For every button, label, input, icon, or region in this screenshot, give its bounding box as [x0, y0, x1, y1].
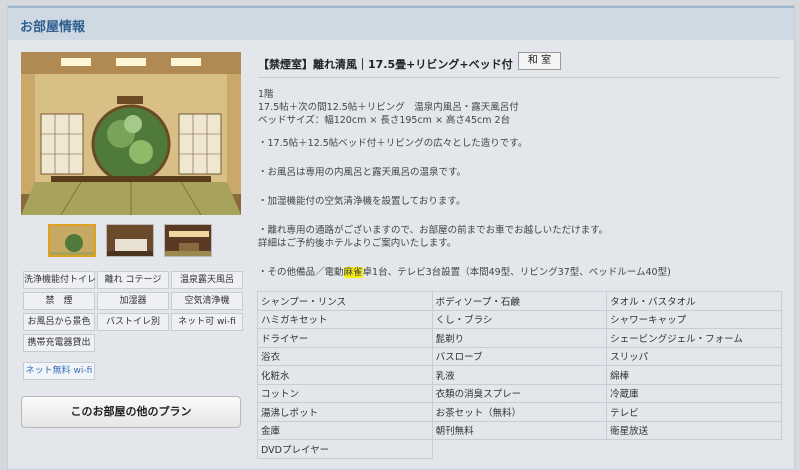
- amenity-cell: 朝刊無料: [431, 420, 608, 440]
- other-equipment-suffix: 卓1台、テレビ3台設置（本間49型、リビング37型、ベッドルーム40型): [362, 267, 671, 278]
- table-row: 湯沸しポット お茶セット（無料） テレビ: [257, 402, 782, 422]
- amenity-cell: テレビ: [606, 402, 782, 422]
- room-info-panel: お部屋情報 洗浄機能付トイレ 離れ コテージ 温泉露天風呂 禁 煙 加湿器 空気…: [7, 5, 795, 470]
- tag-charger-rental: 携帯充電器貸出: [23, 334, 95, 352]
- other-equipment: ・その他備品／電動麻雀卓1台、テレビ3台設置（本間49型、リビング37型、ベッド…: [258, 264, 671, 278]
- section-title: お部屋情報: [20, 20, 86, 35]
- feature-line-2: ・お風呂は専用の内風呂と露天風呂の温泉です。: [258, 167, 467, 178]
- room-floor: 1階: [258, 89, 274, 100]
- room-main-photo: [21, 52, 241, 215]
- table-row: ドライヤー 髭剃り シェービングジェル・フォーム: [257, 328, 782, 348]
- amenity-cell: ハミガキセット: [257, 309, 433, 329]
- table-row: シャンプー・リンス ボディソープ・石鹸 タオル・バスタオル: [257, 291, 782, 311]
- amenity-cell: DVDプレイヤー: [257, 439, 433, 459]
- table-row: DVDプレイヤー: [257, 439, 782, 459]
- feature-line-5: 詳細はご予約後ホテルよりご案内いたします。: [258, 238, 457, 249]
- thumbnail-1[interactable]: [48, 224, 96, 257]
- title-divider: [258, 77, 780, 78]
- table-row: 化粧水 乳液 綿棒: [257, 365, 782, 385]
- tag-humidifier: 加湿器: [97, 292, 169, 310]
- other-plans-button[interactable]: このお部屋の他のプラン: [21, 396, 241, 428]
- amenities-table: シャンプー・リンス ボディソープ・石鹸 タオル・バスタオル ハミガキセット くし…: [257, 291, 782, 459]
- amenity-cell: 衛星放送: [606, 420, 782, 440]
- amenity-cell: シェービングジェル・フォーム: [606, 328, 782, 348]
- tag-air-purifier: 空気清浄機: [171, 292, 243, 310]
- amenity-cell: 冷蔵庫: [606, 383, 782, 403]
- amenity-cell: 綿棒: [606, 365, 782, 385]
- tag-non-smoking: 禁 煙: [23, 292, 95, 310]
- tag-bath-view: お風呂から景色: [23, 313, 95, 331]
- amenity-cell: 金庫: [257, 420, 433, 440]
- amenity-cell: 衣類の消臭スプレー: [431, 383, 608, 403]
- amenity-cell: バスローブ: [431, 346, 608, 366]
- amenity-cell: 乳液: [431, 365, 608, 385]
- tag-free-internet: ネット無料 wi-fi: [23, 362, 95, 380]
- table-row: 金庫 朝刊無料 衛星放送: [257, 420, 782, 440]
- amenity-cell: くし・ブラシ: [431, 309, 608, 329]
- thumbnail-2[interactable]: [106, 224, 154, 257]
- amenity-cell: シャワーキャップ: [606, 309, 782, 329]
- amenity-cell-empty: [432, 440, 607, 459]
- tag-cottage: 離れ コテージ: [97, 271, 169, 289]
- feature-line-3: ・加湿機能付の空気清浄機を設置しております。: [258, 196, 466, 207]
- thumbnail-3[interactable]: [164, 224, 212, 257]
- amenity-cell: シャンプー・リンス: [257, 291, 433, 311]
- table-row: 浴衣 バスローブ スリッパ: [257, 346, 782, 366]
- amenity-cell: タオル・バスタオル: [606, 291, 782, 311]
- tag-separate-bath-toilet: バストイレ別: [97, 313, 169, 331]
- tag-washlet: 洗浄機能付トイレ: [23, 271, 96, 289]
- other-equipment-prefix: ・その他備品／電動: [258, 267, 344, 278]
- amenity-cell: お茶セット（無料）: [431, 402, 608, 422]
- table-row: ハミガキセット くし・ブラシ シャワーキャップ: [257, 309, 782, 329]
- amenity-cell: 浴衣: [257, 346, 433, 366]
- amenity-cell-empty: [607, 440, 782, 459]
- room-title: 【禁煙室】離れ清風｜17.5畳+リビング+ベッド付: [258, 58, 513, 71]
- amenity-cell: 髭剃り: [431, 328, 608, 348]
- section-header: お部屋情報: [8, 6, 794, 40]
- table-row: コットン 衣類の消臭スプレー 冷蔵庫: [257, 383, 782, 403]
- amenity-cell: ドライヤー: [257, 328, 433, 348]
- tag-wifi: ネット可 wi-fi: [171, 313, 243, 331]
- highlighted-term: 麻雀: [343, 267, 363, 278]
- amenity-cell: 化粧水: [257, 365, 433, 385]
- feature-line-4: ・離れ専用の通路がございますので、お部屋の前までお車でお越しいただけます。: [258, 225, 609, 236]
- room-type-badge: 和 室: [518, 52, 561, 70]
- amenity-cell: 湯沸しポット: [257, 402, 433, 422]
- room-layout: 17.5帖＋次の間12.5帖＋リビング 温泉内風呂・露天風呂付: [258, 102, 519, 113]
- amenity-cell: ボディソープ・石鹸: [431, 291, 608, 311]
- tag-open-air-bath: 温泉露天風呂: [171, 271, 243, 289]
- feature-line-1: ・17.5帖＋12.5帖ベッド付＋リビングの広々とした造りです。: [258, 138, 528, 149]
- amenity-cell: スリッパ: [606, 346, 782, 366]
- amenity-cell: コットン: [257, 383, 433, 403]
- bed-size: ベッドサイズ：幅120cm × 長さ195cm × 高さ45cm 2台: [258, 115, 511, 126]
